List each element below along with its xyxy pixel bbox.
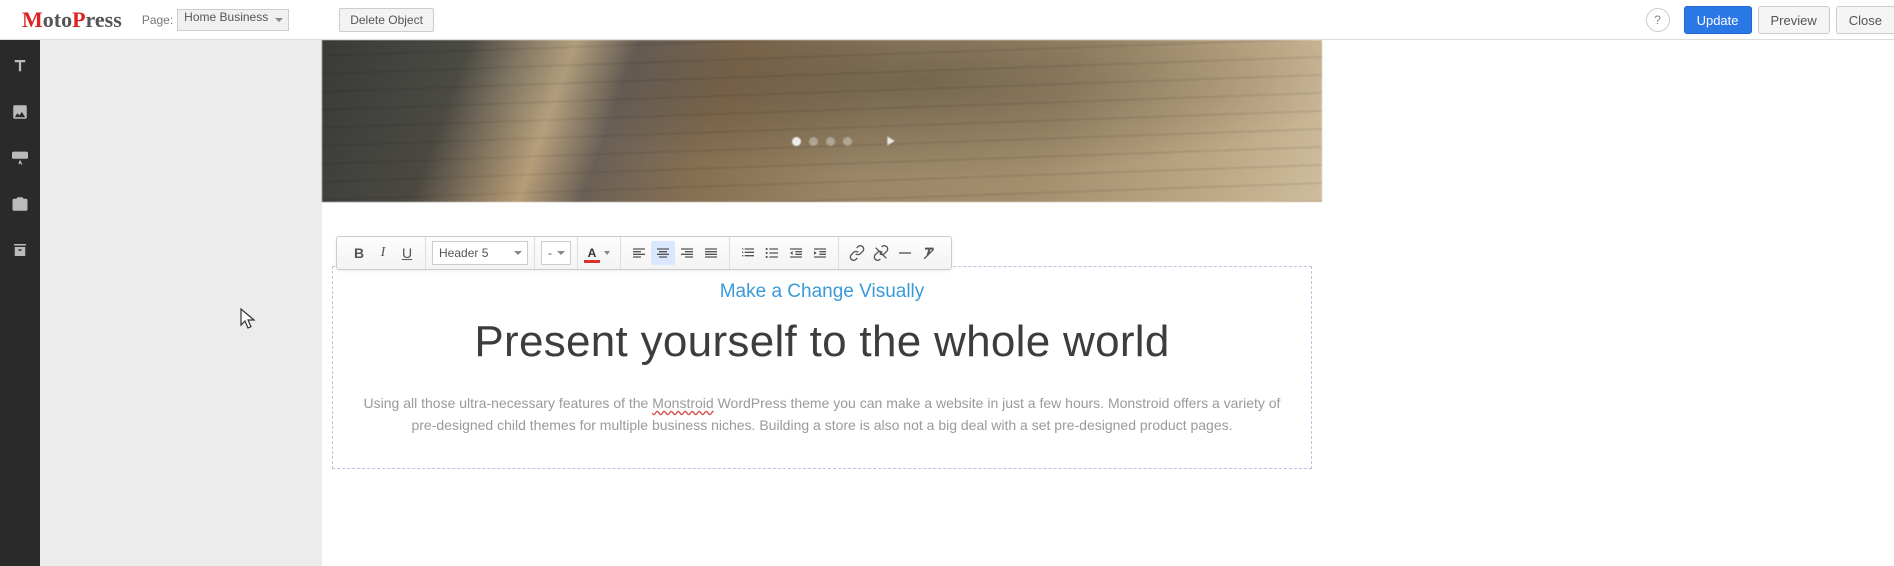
text-tool[interactable] — [6, 52, 34, 80]
underline-button[interactable]: U — [395, 241, 419, 265]
image-icon — [11, 103, 29, 121]
ordered-list-button[interactable] — [736, 241, 760, 265]
hero-slider[interactable]: •••• — [322, 40, 1322, 202]
subheading[interactable]: Make a Change Visually — [353, 281, 1291, 303]
image-tool[interactable] — [6, 98, 34, 126]
slider-dot-4[interactable] — [843, 137, 852, 146]
chevron-down-icon[interactable] — [600, 241, 614, 265]
media-tool[interactable] — [6, 190, 34, 218]
outdent-icon — [788, 245, 804, 261]
slider-dot-1[interactable] — [792, 137, 801, 146]
chevron-down-icon — [557, 251, 565, 255]
canvas: •••• B I U Header 5 - — [40, 40, 1894, 566]
align-justify-button[interactable] — [699, 241, 723, 265]
topbar-right: ? Update Preview Close — [1646, 0, 1894, 40]
align-right-icon — [679, 245, 695, 261]
page-gutter-right — [1322, 40, 1894, 566]
page-label: Page: — [142, 13, 173, 27]
slider-dot-3[interactable] — [826, 137, 835, 146]
slider-play-button[interactable] — [882, 133, 898, 154]
hr-icon — [897, 245, 913, 261]
sidebar — [0, 40, 40, 566]
outdent-button[interactable] — [784, 241, 808, 265]
align-right-button[interactable] — [675, 241, 699, 265]
camera-icon — [11, 195, 29, 213]
widgets-tool[interactable] — [6, 236, 34, 264]
cursor-icon — [240, 308, 258, 335]
chevron-down-icon — [275, 18, 283, 22]
align-left-button[interactable] — [627, 241, 651, 265]
main-heading[interactable]: Present yourself to the whole world — [353, 317, 1291, 367]
align-justify-icon — [703, 245, 719, 261]
content-block[interactable]: Make a Change Visually Present yourself … — [332, 266, 1312, 469]
help-button[interactable]: ? — [1646, 8, 1670, 32]
button-tool[interactable] — [6, 144, 34, 172]
clear-format-icon — [921, 245, 937, 261]
font-size-value: - — [548, 246, 552, 260]
slider-dots — [792, 137, 852, 146]
indent-icon — [812, 245, 828, 261]
align-left-icon — [631, 245, 647, 261]
button-icon — [10, 150, 30, 166]
link-icon — [849, 245, 865, 261]
page-frame: •••• B I U Header 5 - — [322, 40, 1322, 566]
close-button[interactable]: Close — [1836, 6, 1894, 34]
align-center-button[interactable] — [651, 241, 675, 265]
horizontal-rule-button[interactable] — [893, 241, 917, 265]
description[interactable]: Using all those ultra-necessary features… — [353, 393, 1291, 436]
topbar: MotoPress Page: Home Business Delete Obj… — [0, 0, 1894, 40]
logo: MotoPress — [8, 7, 136, 33]
update-button[interactable]: Update — [1684, 6, 1752, 34]
text-color-button[interactable]: A — [584, 241, 614, 265]
slider-dot-2[interactable] — [809, 137, 818, 146]
clear-format-button[interactable] — [917, 241, 941, 265]
rte-toolbar: B I U Header 5 - A — [336, 236, 952, 270]
preview-button[interactable]: Preview — [1758, 6, 1830, 34]
unordered-list-icon — [764, 245, 780, 261]
desc-spellerr: Monstroid — [652, 395, 713, 411]
bold-button[interactable]: B — [347, 241, 371, 265]
unordered-list-button[interactable] — [760, 241, 784, 265]
align-center-icon — [655, 245, 671, 261]
desc-before: Using all those ultra-necessary features… — [364, 395, 653, 411]
play-icon — [882, 133, 898, 149]
heading-select[interactable]: Header 5 — [432, 241, 528, 265]
font-size-select[interactable]: - — [541, 241, 571, 265]
delete-object-button[interactable]: Delete Object — [339, 8, 434, 32]
row-resize-handle[interactable]: •••• — [814, 200, 831, 202]
chevron-down-icon — [514, 251, 522, 255]
unlink-icon — [873, 245, 889, 261]
unlink-button[interactable] — [869, 241, 893, 265]
heading-select-value: Header 5 — [439, 246, 488, 260]
link-button[interactable] — [845, 241, 869, 265]
ordered-list-icon — [740, 245, 756, 261]
indent-button[interactable] — [808, 241, 832, 265]
page-select-value: Home Business — [184, 10, 268, 24]
archive-icon — [11, 241, 29, 259]
text-color-icon: A — [584, 245, 600, 261]
text-icon — [11, 57, 29, 75]
page-select[interactable]: Home Business — [177, 9, 289, 31]
italic-button[interactable]: I — [371, 241, 395, 265]
